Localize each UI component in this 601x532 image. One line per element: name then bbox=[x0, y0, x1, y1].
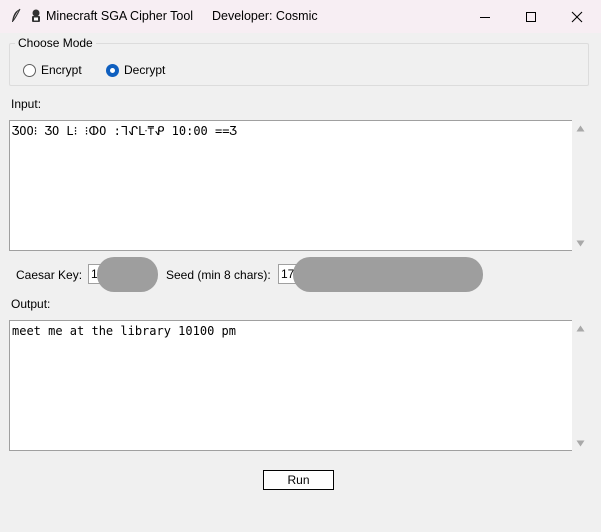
minimize-icon bbox=[480, 16, 490, 18]
caesar-redaction bbox=[97, 257, 158, 292]
run-button[interactable]: Run bbox=[263, 470, 334, 490]
input-label: Input: bbox=[11, 97, 42, 111]
encrypt-radio-label[interactable]: Encrypt bbox=[41, 63, 82, 77]
maximize-button[interactable] bbox=[508, 0, 554, 33]
title-bar[interactable]: Minecraft SGA Cipher Tool Developer: Cos… bbox=[0, 0, 601, 33]
scroll-down-icon[interactable] bbox=[576, 240, 585, 247]
seed-label: Seed (min 8 chars): bbox=[166, 268, 271, 282]
encrypt-radio[interactable]: Encrypt bbox=[23, 63, 82, 77]
caesar-key-label: Caesar Key: bbox=[16, 268, 83, 282]
app-icon bbox=[29, 8, 43, 27]
minimize-button[interactable] bbox=[462, 0, 508, 33]
mode-group: Choose Mode bbox=[9, 37, 589, 86]
scroll-up-icon[interactable] bbox=[576, 325, 585, 332]
decrypt-radio-label[interactable]: Decrypt bbox=[124, 63, 165, 77]
window-title: Minecraft SGA Cipher Tool bbox=[46, 9, 194, 23]
encrypt-radio-circle[interactable] bbox=[23, 63, 36, 77]
mode-legend: Choose Mode bbox=[18, 36, 93, 50]
close-button[interactable] bbox=[554, 0, 600, 33]
scroll-down-icon[interactable] bbox=[576, 440, 585, 447]
input-text: ƷOO⁝ ƷO L⁝ ⁝ⵀO :ᒣᖋᒷ⍑ᕵ 10:00 ==Ʒ bbox=[12, 124, 237, 138]
close-icon bbox=[571, 11, 583, 22]
output-textarea[interactable]: meet me at the library 10100 pm bbox=[9, 320, 572, 451]
seed-redaction bbox=[293, 257, 483, 292]
maximize-icon bbox=[526, 11, 536, 22]
output-text: meet me at the library 10100 pm bbox=[12, 324, 236, 338]
feather-icon bbox=[10, 8, 22, 27]
scroll-up-icon[interactable] bbox=[576, 125, 585, 132]
input-textarea[interactable]: ƷOO⁝ ƷO L⁝ ⁝ⵀO :ᒣᖋᒷ⍑ᕵ 10:00 ==Ʒ bbox=[9, 120, 572, 251]
output-label: Output: bbox=[11, 297, 51, 311]
decrypt-radio-circle[interactable] bbox=[106, 63, 119, 77]
decrypt-radio[interactable]: Decrypt bbox=[106, 63, 165, 77]
developer-label: Developer: Cosmic bbox=[212, 9, 318, 23]
input-scrollbar[interactable] bbox=[572, 120, 589, 251]
output-scrollbar[interactable] bbox=[572, 320, 589, 451]
